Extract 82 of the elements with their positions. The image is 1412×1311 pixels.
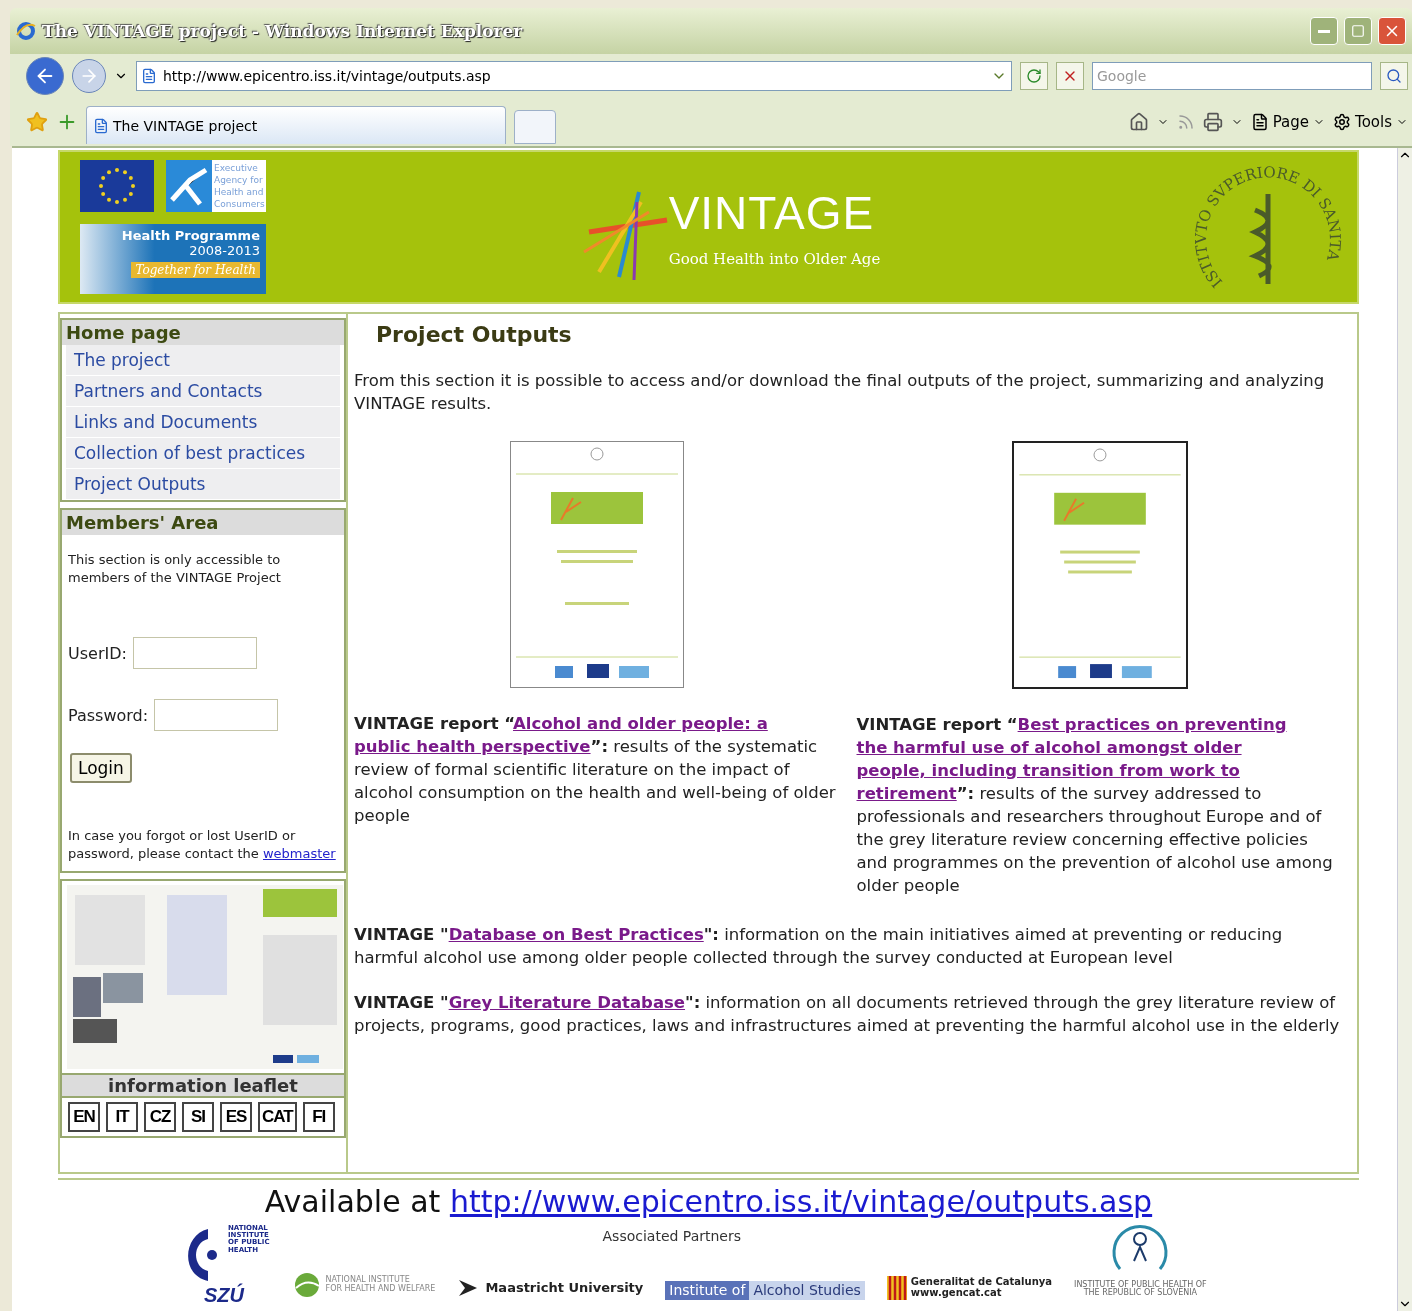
back-button[interactable]: [26, 57, 64, 95]
nav-link[interactable]: Partners and Contacts: [66, 376, 340, 406]
menu-heading: Home page: [62, 320, 344, 345]
logo-text: Together for Health: [131, 262, 260, 278]
availability-text: Available at http://www.epicentro.iss.it/vintage/outputs.asp: [264, 1184, 1153, 1219]
partners-heading: Associated Partners: [602, 1227, 742, 1244]
ie-logo-icon: [16, 21, 36, 41]
minimize-button[interactable]: [1310, 17, 1338, 45]
logo-text: 2008-2013: [189, 243, 260, 258]
intro-text: From this section it is possible to access and/or download the final outputs of the project, summarizing and analyzing VINTAGE results.: [354, 370, 1326, 415]
nav-link[interactable]: Collection of best practices: [66, 438, 340, 468]
page-icon: [141, 68, 157, 84]
logo-text: INSTITUTE OF PUBLIC HEALTH OF THE REPUBLIC OF SLOVENIA: [1074, 1281, 1207, 1298]
report-link[interactable]: Alcohol and older people: a: [513, 714, 768, 733]
report-link[interactable]: Grey Literature Database: [448, 993, 686, 1012]
forward-button[interactable]: [72, 59, 106, 93]
language-button[interactable]: FI: [302, 1102, 335, 1132]
nav-link[interactable]: The project: [66, 345, 340, 375]
report-link[interactable]: the harmful use of alcohol amongst older: [856, 738, 1242, 757]
url-link[interactable]: http://www.epicentro.iss.it/vintage/outputs.asp: [449, 1184, 1153, 1219]
feeds-icon[interactable]: [1176, 113, 1195, 131]
window-title: The VINTAGE project - Windows Internet Explorer: [42, 21, 524, 41]
favorites-star-icon[interactable]: [26, 111, 48, 133]
help-text: In case you forgot or lost UserID or password, please contact the webmaster: [68, 827, 337, 863]
logo-text: NATIONAL INSTITUTE FOR HEALTH AND WELFARE: [325, 1276, 436, 1294]
page-heading: Project Outputs: [376, 322, 573, 347]
report-link[interactable]: Best practices on preventing: [1017, 715, 1287, 734]
tools-menu[interactable]: Tools: [1333, 113, 1408, 131]
report-link[interactable]: people, including transition from work to: [856, 761, 1240, 780]
input-field[interactable]: [132, 637, 257, 669]
search-button[interactable]: [1380, 62, 1408, 90]
report-link[interactable]: Database on Best Practices: [448, 925, 704, 944]
stop-button[interactable]: [1056, 62, 1084, 90]
browser-tab[interactable]: The VINTAGE project: [86, 106, 506, 144]
page-icon: [93, 117, 109, 134]
logo-text: Alcohol Studies: [752, 1281, 862, 1300]
search-icon: [1386, 68, 1402, 84]
site-title: VINTAGE: [668, 186, 875, 240]
logo-text: Health Programme: [121, 228, 260, 243]
new-tab-button[interactable]: [514, 110, 556, 144]
language-button[interactable]: CAT: [258, 1102, 297, 1132]
report-link[interactable]: retirement: [856, 784, 957, 803]
logo-text: SZÚ: [204, 1284, 244, 1306]
field-label: Password:: [68, 705, 149, 725]
page-icon: [1250, 113, 1269, 131]
report-description: VINTAGE report “Alcohol and older people: a public health perspective”: results of the systematic review of formal scientific literature on the impact of alcohol consumption on the health and well-being of older people: [354, 713, 837, 827]
members-heading: Members' Area: [62, 510, 344, 535]
logo-text: Executive Agency for Health and Consumers: [214, 162, 265, 210]
refresh-button[interactable]: [1020, 62, 1048, 90]
language-button[interactable]: SI: [182, 1102, 214, 1132]
gear-icon: [1333, 113, 1352, 131]
logo-text: Institute of: [665, 1281, 750, 1300]
eu-flag-icon: [80, 160, 154, 212]
report-description: VINTAGE "Grey Literature Database": information on all documents retrieved through the grey literature review of projects, programs, good practices, laws and infrastructures aimed at preventing the harmful alcohol use in the elderly: [354, 992, 1341, 1037]
logo-text: Maastricht University: [485, 1280, 644, 1295]
report-link[interactable]: public health perspective: [354, 737, 591, 756]
webmaster-link[interactable]: webmaster: [263, 846, 336, 861]
flag-icon: [886, 1275, 907, 1300]
input-field[interactable]: [154, 699, 279, 731]
field-label: UserID:: [68, 643, 127, 663]
logo-text: Generalitat de Catalunya www.gencat.cat: [910, 1277, 1052, 1299]
language-button[interactable]: EN: [68, 1102, 100, 1132]
report-description: VINTAGE "Database on Best Practices": information on the main initiatives aimed at preventing or reducing harmful alcohol use among older people collected through the survey conducted at European level: [354, 924, 1284, 969]
members-note: This section is only accessible to members of the VINTAGE Project: [68, 551, 282, 587]
leaflet-caption: information leaflet: [62, 1073, 344, 1096]
language-button[interactable]: IT: [106, 1102, 138, 1132]
nav-link[interactable]: Links and Documents: [66, 407, 340, 437]
maximize-button[interactable]: [1344, 17, 1372, 45]
language-button[interactable]: CZ: [144, 1102, 176, 1132]
home-icon[interactable]: [1128, 112, 1149, 132]
site-subtitle: Good Health into Older Age: [668, 250, 881, 268]
nav-link[interactable]: Project Outputs: [66, 469, 340, 499]
page-menu[interactable]: Page: [1250, 113, 1326, 131]
refresh-icon: [1026, 68, 1042, 84]
maximize-icon: [1351, 24, 1365, 38]
language-button[interactable]: ES: [220, 1102, 252, 1132]
search-field[interactable]: Google: [1092, 62, 1372, 90]
print-icon[interactable]: [1202, 112, 1223, 132]
close-button[interactable]: [1378, 17, 1406, 45]
minimize-icon: [1318, 29, 1330, 33]
report-description: VINTAGE report “Best practices on preventing the harmful use of alcohol amongst older people, including transition from work to retirement”: results of the survey addressed to professionals and researchers throughout Europe and of the grey literature review concerning effective policies and programmes on the prevention of alcohol use among older people: [856, 714, 1334, 897]
login-button[interactable]: Login: [70, 753, 132, 783]
